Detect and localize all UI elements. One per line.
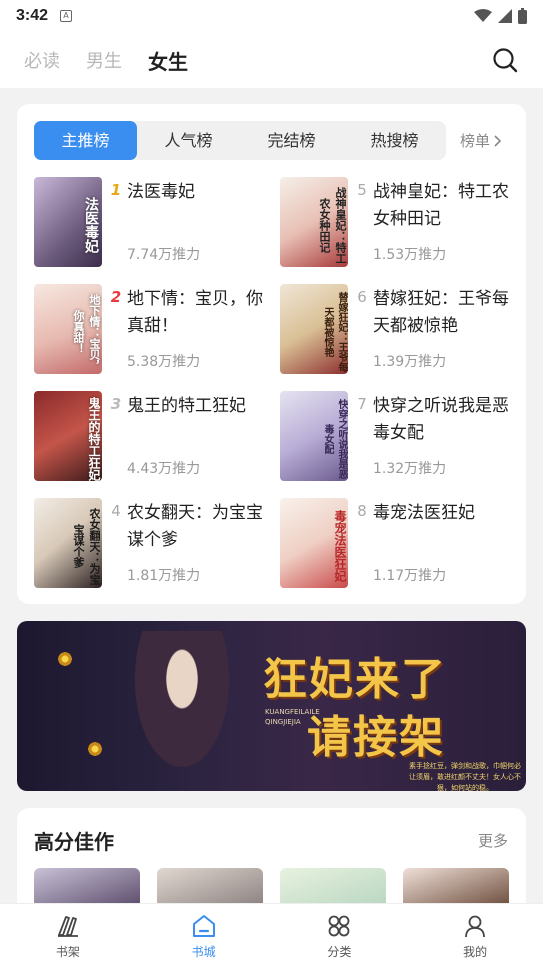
book-cover-title: 鬼王的特工狂妃 — [87, 397, 101, 481]
tab-female[interactable]: 女生 — [148, 46, 188, 75]
book-cover: 战神皇妃：特工农女种田记 — [280, 177, 348, 267]
nav-bookshelf[interactable]: 书架 — [0, 904, 136, 967]
nav-bookstore[interactable]: 书城 — [136, 904, 272, 967]
book-item[interactable]: 地下情：宝贝，你真甜！ 2 地下情：宝贝，你真甜！ 5.38万推力 — [34, 284, 274, 376]
book-heat: 1.32万推力 — [373, 461, 447, 477]
book-item[interactable]: 毒宠法医狂妃 8 毒宠法医狂妃 1.17万推力 — [280, 498, 520, 590]
tab-must-read[interactable]: 必读 — [24, 47, 60, 73]
book-cover-title: 农女翻天：为宝宝谋个爹 — [72, 507, 101, 585]
nav-label: 书架 — [55, 945, 80, 959]
book-cover-title: 替嫁狂妃：王爷每天都被惊艳 — [322, 292, 347, 372]
book-title: 法医毒妃 — [127, 182, 195, 202]
book-heat: 5.38万推力 — [127, 354, 201, 370]
rank-number: 4 — [111, 502, 121, 520]
book-title: 鬼王的特工狂妃 — [127, 396, 246, 416]
book-heat: 1.39万推力 — [373, 354, 447, 370]
book-heat: 1.53万推力 — [373, 247, 447, 263]
book-heat: 7.74万推力 — [127, 247, 201, 263]
book-cover[interactable] — [157, 868, 263, 908]
category-icon — [328, 915, 350, 937]
rank-number: 8 — [357, 502, 367, 520]
book-title: 地下情：宝贝，你真甜！ — [127, 289, 263, 336]
notification-a-icon: A — [60, 10, 73, 22]
book-cover: 地下情：宝贝，你真甜！ — [34, 284, 102, 374]
book-item[interactable]: 鬼王的特工狂妃 3 鬼王的特工狂妃 4.43万推力 — [34, 391, 274, 483]
book-item[interactable]: 快穿之听说我是恶毒女配 7 快穿之听说我是恶毒女配 1.32万推力 — [280, 391, 520, 483]
status-bar: 3:42 A — [0, 0, 543, 32]
book-item[interactable]: 替嫁狂妃：王爷每天都被惊艳 6 替嫁狂妃：王爷每天都被惊艳 1.39万推力 — [280, 284, 520, 376]
section-more-link[interactable]: 更多 — [478, 830, 508, 851]
high-score-section: 高分佳作 更多 — [17, 808, 526, 918]
book-title: 替嫁狂妃：王爷每天都被惊艳 — [373, 289, 509, 336]
ranking-tab-completed[interactable]: 完结榜 — [240, 121, 343, 160]
book-cover-title: 地下情：宝贝，你真甜！ — [72, 293, 101, 371]
book-item[interactable]: 农女翻天：为宝宝谋个爹 4 农女翻天：为宝宝谋个爹 1.81万推力 — [34, 498, 274, 590]
banner-headline-2: 请接架 — [307, 712, 445, 763]
book-heat: 1.81万推力 — [127, 568, 201, 584]
wifi-icon — [474, 9, 492, 22]
book-title: 毒宠法医狂妃 — [373, 503, 475, 523]
book-cover: 毒宠法医狂妃 — [280, 498, 348, 588]
book-cover-title: 快穿之听说我是恶毒女配 — [322, 399, 347, 479]
book-cover-title: 法医毒妃 — [83, 197, 99, 253]
promo-banner[interactable]: 狂妃来了 KUANGFEILAILE QINGJIEJIA 请接架 素手捻红豆，… — [17, 621, 526, 791]
rank-number: 6 — [357, 288, 367, 306]
ranking-more-label: 榜单 — [460, 132, 491, 150]
banner-illustration — [122, 631, 242, 791]
rank-number: 7 — [357, 395, 367, 413]
rank-number: 2 — [110, 288, 122, 306]
book-cover: 法医毒妃 — [34, 177, 102, 267]
book-item[interactable]: 战神皇妃：特工农女种田记 5 战神皇妃：特工农女种田记 1.53万推力 — [280, 177, 520, 269]
flower-decoration — [87, 741, 103, 757]
book-cover: 农女翻天：为宝宝谋个爹 — [34, 498, 102, 588]
book-cover-title: 战神皇妃：特工农女种田记 — [318, 186, 347, 264]
book-cover[interactable] — [34, 868, 140, 908]
rank-number: 3 — [110, 395, 122, 413]
banner-slogan: 素手捻红豆，弹剑和战歌，巾帼何必让须眉，敢进红颜不丈夫！女人心不狠，如何站的稳。 — [409, 762, 521, 791]
status-time: 3:42 — [16, 7, 49, 24]
rank-number: 5 — [357, 181, 367, 199]
flower-decoration — [57, 651, 73, 667]
book-heat: 4.43万推力 — [127, 461, 201, 477]
rank-number: 1 — [110, 181, 122, 199]
ranking-tab-popular[interactable]: 人气榜 — [137, 121, 240, 160]
book-title: 战神皇妃：特工农女种田记 — [373, 182, 509, 229]
book-cover-title: 毒宠法医狂妃 — [333, 510, 347, 582]
book-title: 快穿之听说我是恶毒女配 — [373, 396, 509, 443]
nav-label: 我的 — [463, 945, 488, 959]
nav-profile[interactable]: 我的 — [407, 904, 543, 967]
search-icon[interactable] — [491, 46, 519, 74]
ranking-card: 主推榜 人气榜 完结榜 热搜榜 榜单 法医毒妃 1 法医毒妃 7.74万推力 地… — [17, 104, 526, 604]
ranking-tab-hot-search[interactable]: 热搜榜 — [343, 121, 446, 160]
book-heat: 1.17万推力 — [373, 568, 447, 584]
book-cover[interactable] — [280, 868, 386, 908]
bottom-navigation: 书架 书城 分类 我的 — [0, 903, 543, 967]
book-cover: 鬼王的特工狂妃 — [34, 391, 102, 481]
book-title: 农女翻天：为宝宝谋个爹 — [127, 503, 263, 550]
ranking-tabs: 主推榜 人气榜 完结榜 热搜榜 — [34, 121, 446, 160]
profile-icon — [465, 915, 486, 938]
nav-label: 书城 — [191, 945, 216, 959]
ranking-more-link[interactable]: 榜单 — [460, 130, 502, 151]
signal-icon — [498, 9, 512, 23]
book-cover[interactable] — [403, 868, 509, 908]
top-header: 必读 男生 女生 — [0, 32, 543, 88]
battery-icon — [518, 8, 527, 24]
bookshelf-icon — [57, 916, 78, 937]
chevron-right-icon — [494, 134, 502, 147]
tab-male[interactable]: 男生 — [86, 47, 122, 73]
banner-pinyin: KUANGFEILAILE QINGJIEJIA — [265, 708, 320, 726]
ranking-tab-recommend[interactable]: 主推榜 — [34, 121, 137, 160]
nav-label: 分类 — [327, 945, 352, 959]
book-item[interactable]: 法医毒妃 1 法医毒妃 7.74万推力 — [34, 177, 274, 269]
book-cover: 快穿之听说我是恶毒女配 — [280, 391, 348, 481]
book-cover: 替嫁狂妃：王爷每天都被惊艳 — [280, 284, 348, 374]
bookstore-icon — [192, 915, 215, 937]
banner-headline-1: 狂妃来了 — [263, 654, 447, 705]
nav-category[interactable]: 分类 — [272, 904, 408, 967]
section-title: 高分佳作 — [34, 830, 114, 854]
